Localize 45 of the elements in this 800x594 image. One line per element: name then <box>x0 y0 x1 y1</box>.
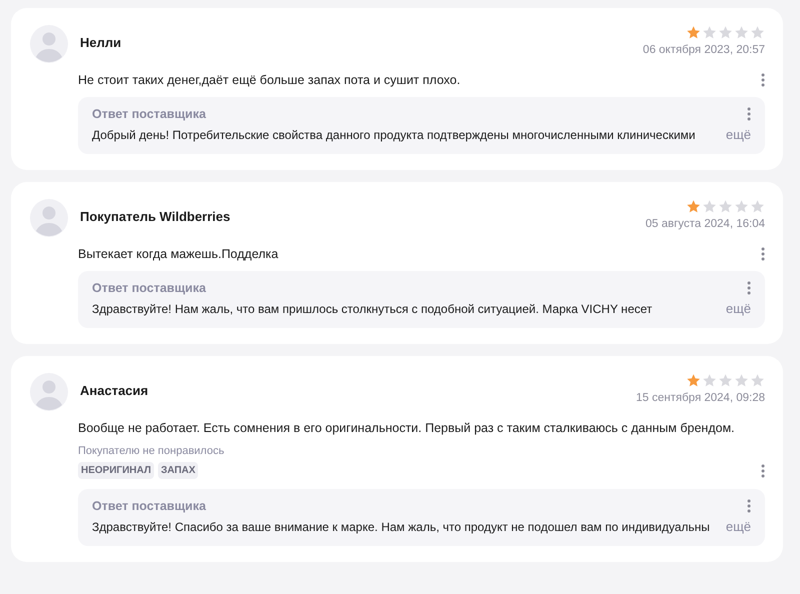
more-link[interactable]: ещё <box>726 301 751 316</box>
star-icon <box>718 199 733 214</box>
star-icon <box>734 25 749 40</box>
avatar-icon <box>30 373 68 411</box>
more-icon[interactable] <box>761 247 765 261</box>
reply-title: Ответ поставщика <box>92 499 206 513</box>
star-icon <box>702 199 717 214</box>
star-icon <box>734 373 749 388</box>
star-icon <box>750 373 765 388</box>
review-text: Вообще не работает. Есть сомнения в его оригинальности. Первый раз с таким сталкиваюсь с данным брендом. <box>78 421 735 435</box>
more-link[interactable]: ещё <box>726 519 751 534</box>
star-icon <box>718 373 733 388</box>
reply-title: Ответ поставщика <box>92 281 206 295</box>
more-link[interactable]: ещё <box>726 127 751 142</box>
more-icon[interactable] <box>747 107 751 121</box>
avatar-icon <box>30 199 68 237</box>
star-icon <box>686 25 701 40</box>
review-date: 06 октября 2023, 20:57 <box>642 44 765 56</box>
star-icon <box>750 25 765 40</box>
reply-text: Добрый день! Потребительские свойства данного продукта подтверждены многочисленными клиническими <box>92 128 696 142</box>
star-icon <box>750 199 765 214</box>
reply-text: Здравствуйте! Нам жаль, что вам пришлось столкнуться с подобной ситуацией. Марка VICHY несет <box>92 302 652 316</box>
star-icon <box>734 199 749 214</box>
tag: ЗАПАХ <box>158 462 198 479</box>
reply-text: Здравствуйте! Спасибо за ваше внимание к марке. Нам жаль, что продукт не подошел вам по индивидуальны <box>92 520 710 534</box>
review-text: Вытекает когда мажешь.Подделка <box>78 247 278 261</box>
dislike-label: Покупателю не понравилось <box>78 445 226 457</box>
more-icon[interactable] <box>747 281 751 295</box>
star-icon <box>686 199 701 214</box>
star-icon <box>702 25 717 40</box>
review-date: 05 августа 2024, 16:04 <box>645 218 765 230</box>
more-icon[interactable] <box>761 464 765 478</box>
reply-title: Ответ поставщика <box>92 107 206 121</box>
tag: НЕОРИГИНАЛ <box>78 462 154 479</box>
author-name: Покупатель Wildberries <box>80 209 232 224</box>
author-name: Нелли <box>80 35 122 50</box>
more-icon[interactable] <box>747 499 751 513</box>
avatar-icon <box>30 25 68 63</box>
star-icon <box>686 373 701 388</box>
review-text: Не стоит таких денег,даёт ещё больше запах пота и сушит плохо. <box>78 73 460 87</box>
star-icon <box>702 373 717 388</box>
author-name: Анастасия <box>80 383 150 398</box>
review-date: 15 сентября 2024, 09:28 <box>636 392 765 404</box>
star-icon <box>718 25 733 40</box>
more-icon[interactable] <box>761 73 765 87</box>
